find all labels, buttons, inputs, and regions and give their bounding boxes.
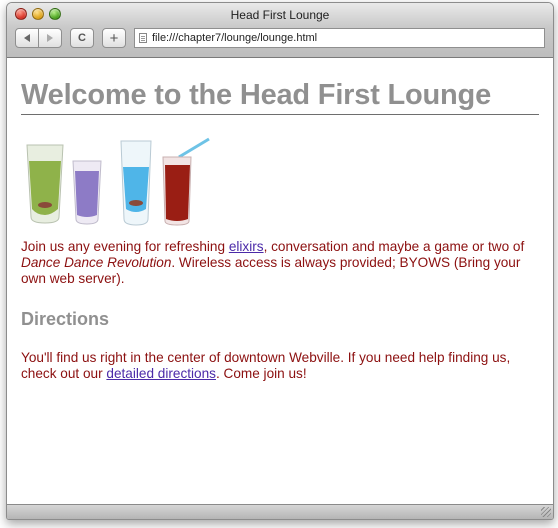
directions-heading: Directions (21, 308, 110, 329)
drinks-image (21, 137, 539, 227)
add-bookmark-icon: + (109, 29, 119, 47)
intro-paragraph: Join us any evening for refreshing elixi… (21, 238, 525, 286)
window-title: Head First Lounge (230, 8, 330, 22)
back-arrow-icon (24, 34, 30, 42)
detailed-directions-link[interactable]: detailed directions (106, 366, 216, 381)
browser-toolbar: C + file:///chapter7/lounge/lounge.html (15, 28, 545, 50)
title-bar: Head First Lounge C + file:///chapter7/l… (7, 3, 553, 58)
elixirs-link[interactable]: elixirs (229, 239, 264, 254)
page-content: Welcome to the Head First Lounge Join us… (7, 58, 553, 505)
back-button[interactable] (15, 28, 39, 48)
status-bar (7, 504, 553, 519)
browser-window: Head First Lounge C + file:///chapter7/l… (6, 2, 554, 520)
address-bar[interactable]: file:///chapter7/lounge/lounge.html (134, 28, 545, 48)
game-name: Dance Dance Revolution (21, 254, 172, 270)
address-url: file:///chapter7/lounge/lounge.html (152, 32, 318, 44)
forward-arrow-icon (47, 34, 53, 42)
page-icon (139, 33, 147, 43)
page-heading: Welcome to the Head First Lounge (21, 78, 539, 115)
resize-grip-icon[interactable] (541, 507, 551, 517)
drinks-illustration (26, 137, 210, 226)
reload-icon: C (78, 32, 86, 44)
directions-paragraph: You'll find us right in the center of do… (21, 349, 511, 381)
forward-button[interactable] (38, 28, 62, 48)
reload-button[interactable]: C (70, 28, 94, 48)
add-bookmark-button[interactable]: + (102, 28, 126, 48)
